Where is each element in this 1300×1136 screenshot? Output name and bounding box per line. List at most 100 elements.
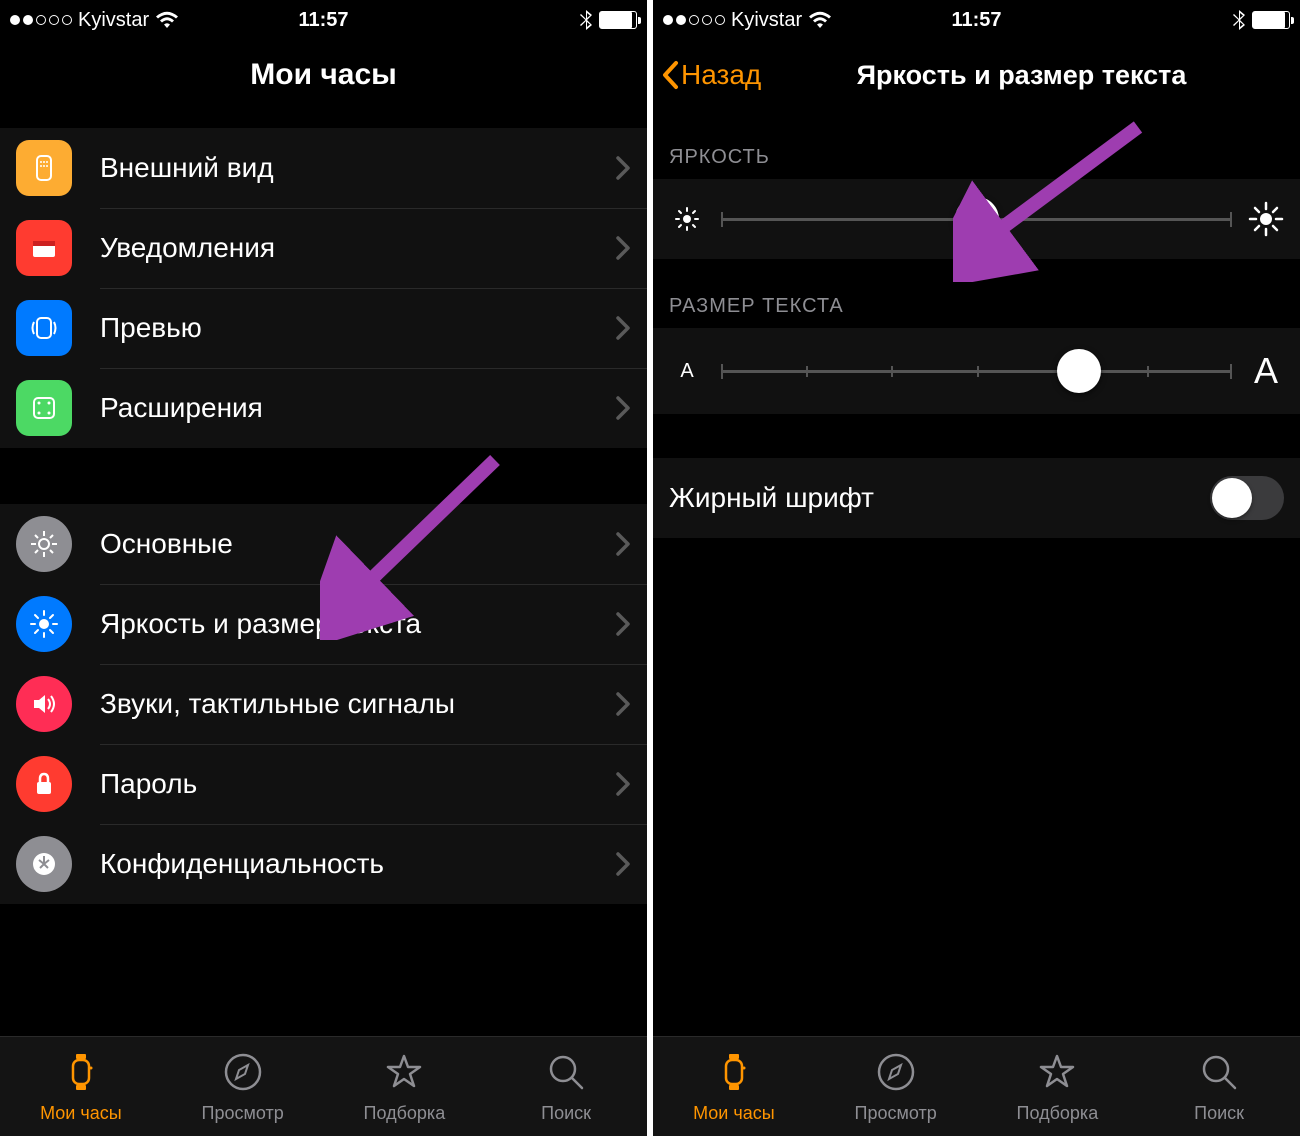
text-size-slider[interactable] (721, 370, 1232, 373)
sounds-icon (16, 676, 72, 732)
browse-icon (221, 1050, 265, 1099)
my-watch-icon (59, 1050, 103, 1099)
preview-icon (16, 300, 72, 356)
list-group-2: Основные Яркость и размер текста Звуки, … (0, 504, 647, 904)
tab-featured[interactable]: Подборка (977, 1037, 1139, 1136)
featured-icon (382, 1050, 426, 1099)
chevron-right-icon (615, 235, 631, 261)
signal-dots (10, 15, 72, 25)
tab-label: Поиск (541, 1103, 591, 1124)
text-size-slider-cell: A A (653, 328, 1300, 414)
page-title: Яркость и размер текста (857, 60, 1187, 91)
brightness-slider-cell (653, 179, 1300, 259)
battery-icon (1252, 11, 1290, 29)
list-group-1: Внешний вид Уведомления Превью Расширени… (0, 128, 647, 448)
text-size-header: РАЗМЕР ТЕКСТА (653, 259, 1300, 328)
brightness-slider-thumb[interactable] (955, 197, 999, 241)
list-item[interactable]: Основные (0, 504, 647, 584)
tab-label: Подборка (364, 1103, 446, 1124)
nav-bar: Назад Яркость и размер текста (653, 40, 1300, 110)
list-item[interactable]: Звуки, тактильные сигналы (0, 664, 647, 744)
search-icon (544, 1050, 588, 1099)
my-watch-icon (712, 1050, 756, 1099)
text-size-large-icon: A (1248, 350, 1284, 392)
text-size-small-icon: A (669, 360, 705, 383)
list-item-label: Яркость и размер текста (100, 608, 607, 640)
brightness-slider[interactable] (721, 218, 1232, 221)
list-item[interactable]: Конфиденциальность (0, 824, 647, 904)
list-item-label: Конфиденциальность (100, 848, 607, 880)
list-item-label: Пароль (100, 768, 607, 800)
tab-label: Подборка (1017, 1103, 1099, 1124)
battery-icon (599, 11, 637, 29)
status-bar: Kyivstar 11:57 (653, 0, 1300, 40)
chevron-right-icon (615, 851, 631, 877)
list-item[interactable]: Пароль (0, 744, 647, 824)
status-bar: Kyivstar 11:57 (0, 0, 647, 40)
settings-list[interactable]: Внешний вид Уведомления Превью Расширени… (0, 110, 647, 1036)
featured-icon (1035, 1050, 1079, 1099)
tab-label: Просмотр (202, 1103, 284, 1124)
nav-bar: Мои часы (0, 40, 647, 110)
extensions-icon (16, 380, 72, 436)
bold-text-switch[interactable] (1210, 476, 1284, 520)
search-icon (1197, 1050, 1241, 1099)
clock: 11:57 (298, 9, 348, 32)
chevron-right-icon (615, 531, 631, 557)
brightness-high-icon (1248, 201, 1284, 237)
brightness-icon (16, 596, 72, 652)
privacy-icon (16, 836, 72, 892)
brightness-settings: ЯРКОСТЬ РАЗМЕР ТЕКСТА A (653, 110, 1300, 1036)
chevron-right-icon (615, 155, 631, 181)
page-title: Мои часы (250, 58, 397, 92)
carrier-label: Kyivstar (731, 9, 802, 32)
left-screen: Kyivstar 11:57 Мои часы Внешний вид Увед… (0, 0, 650, 1136)
bold-text-cell[interactable]: Жирный шрифт (653, 458, 1300, 538)
tab-featured[interactable]: Подборка (324, 1037, 486, 1136)
chevron-right-icon (615, 315, 631, 341)
wifi-icon (808, 11, 832, 29)
tab-search[interactable]: Поиск (485, 1037, 647, 1136)
bold-text-label: Жирный шрифт (669, 482, 874, 514)
list-item[interactable]: Внешний вид (0, 128, 647, 208)
carrier-label: Kyivstar (78, 9, 149, 32)
list-item[interactable]: Уведомления (0, 208, 647, 288)
brightness-low-icon (669, 206, 705, 232)
tab-label: Мои часы (693, 1103, 775, 1124)
bluetooth-icon (579, 9, 593, 31)
chevron-right-icon (615, 611, 631, 637)
clock: 11:57 (951, 9, 1001, 32)
tab-label: Просмотр (855, 1103, 937, 1124)
list-item-label: Расширения (100, 392, 607, 424)
list-item-label: Основные (100, 528, 607, 560)
list-item-label: Внешний вид (100, 152, 607, 184)
tab-search[interactable]: Поиск (1138, 1037, 1300, 1136)
gear-icon (16, 516, 72, 572)
right-screen: Kyivstar 11:57 Назад Яркость и размер те… (650, 0, 1300, 1136)
chevron-right-icon (615, 771, 631, 797)
bluetooth-icon (1232, 9, 1246, 31)
list-item[interactable]: Расширения (0, 368, 647, 448)
tab-my-watch[interactable]: Мои часы (0, 1037, 162, 1136)
wifi-icon (155, 11, 179, 29)
text-size-slider-thumb[interactable] (1057, 349, 1101, 393)
list-item[interactable]: Превью (0, 288, 647, 368)
tab-browse[interactable]: Просмотр (815, 1037, 977, 1136)
brightness-header: ЯРКОСТЬ (653, 110, 1300, 179)
list-item-label: Уведомления (100, 232, 607, 264)
notifications-icon (16, 220, 72, 276)
chevron-right-icon (615, 691, 631, 717)
list-item[interactable]: Яркость и размер текста (0, 584, 647, 664)
list-item-label: Звуки, тактильные сигналы (100, 688, 607, 720)
back-label: Назад (681, 59, 761, 91)
tab-bar: Мои часы Просмотр Подборка Поиск (0, 1036, 647, 1136)
tab-label: Поиск (1194, 1103, 1244, 1124)
tab-browse[interactable]: Просмотр (162, 1037, 324, 1136)
tab-my-watch[interactable]: Мои часы (653, 1037, 815, 1136)
signal-dots (663, 15, 725, 25)
appearance-icon (16, 140, 72, 196)
tab-bar: Мои часы Просмотр Подборка Поиск (653, 1036, 1300, 1136)
lock-icon (16, 756, 72, 812)
back-button[interactable]: Назад (661, 59, 761, 91)
chevron-right-icon (615, 395, 631, 421)
